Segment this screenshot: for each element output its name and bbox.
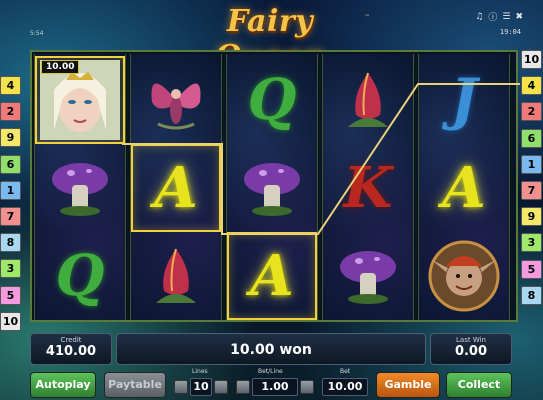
clock: 19:04 xyxy=(499,28,521,36)
bet-line-decrease-button[interactable] xyxy=(236,380,250,394)
line-tab-10[interactable]: 10 xyxy=(521,50,542,69)
line-tab-7[interactable]: 7 xyxy=(521,181,542,200)
symbol-flower xyxy=(131,232,221,320)
line-tab-5[interactable]: 5 xyxy=(521,259,542,279)
line-tab-1[interactable]: 1 xyxy=(0,180,21,200)
win-value-badge: 10.00 xyxy=(41,60,80,74)
symbol-a: A xyxy=(419,144,509,232)
win-message: 10.00 won xyxy=(230,342,312,358)
flower-icon xyxy=(156,248,196,303)
line-tab-9[interactable]: 9 xyxy=(0,128,21,148)
line-tab-6[interactable]: 6 xyxy=(521,128,542,148)
symbol-k: K xyxy=(323,144,413,232)
line-tab-2[interactable]: 2 xyxy=(0,102,21,122)
a-symbol: A xyxy=(442,155,486,221)
symbol-q: Q xyxy=(35,232,125,320)
line-tab-5[interactable]: 5 xyxy=(0,285,21,305)
line-tab-10[interactable]: 10 xyxy=(0,311,21,331)
line-tab-1[interactable]: 1 xyxy=(521,154,542,174)
a-symbol: A xyxy=(250,243,294,309)
info-icon[interactable]: ⓘ xyxy=(488,10,497,23)
symbol-mushroom xyxy=(227,144,317,232)
last-win-label: Last Win xyxy=(456,336,486,344)
gamble-button[interactable]: Gamble xyxy=(376,372,440,398)
line-tab-3[interactable]: 3 xyxy=(521,233,542,253)
q-symbol: Q xyxy=(55,243,105,309)
symbol-j: J xyxy=(419,56,509,144)
j-symbol: J xyxy=(450,67,478,133)
bet-line-label: Bet/Line xyxy=(258,368,283,375)
line-tab-4[interactable]: 4 xyxy=(0,76,21,95)
menu-icon[interactable]: ☰ xyxy=(502,12,510,22)
line-tab-3[interactable]: 3 xyxy=(0,259,21,279)
elf-icon xyxy=(428,240,500,312)
line-tab-8[interactable]: 8 xyxy=(521,285,542,305)
k-symbol: K xyxy=(343,155,393,221)
bet-value: 10.00 xyxy=(322,378,368,396)
symbol-a: A xyxy=(131,144,221,232)
line-tab-2[interactable]: 2 xyxy=(521,102,542,122)
reel-4: K xyxy=(322,54,414,320)
fairy-icon xyxy=(151,83,201,130)
status-bar: ♫ ⓘ ☰ ✖ xyxy=(475,10,523,24)
counter-text: 5:54 xyxy=(30,30,44,37)
symbol-flower xyxy=(323,56,413,144)
lines-decrease-button[interactable] xyxy=(174,380,188,394)
reel-5: J A xyxy=(418,54,510,320)
credit-box: Credit 410.00 xyxy=(30,333,112,365)
reels-area: 10.00 Q A Q A K J A xyxy=(30,50,520,322)
last-win-box: Last Win 0.00 xyxy=(430,333,512,365)
music-icon[interactable]: ♫ xyxy=(475,12,483,22)
bet-line-value: 1.00 xyxy=(252,378,298,396)
game-title: Fairy Queen xyxy=(215,4,325,74)
symbol-elf xyxy=(419,232,509,320)
last-win-value: 0.00 xyxy=(454,344,488,359)
symbol-q: Q xyxy=(227,56,317,144)
a-symbol: A xyxy=(154,155,198,221)
credit-label: Credit xyxy=(60,336,82,344)
close-icon[interactable]: ✖ xyxy=(515,12,523,22)
bet-line-increase-button[interactable] xyxy=(300,380,314,394)
reel-2: A xyxy=(130,54,222,320)
lines-value: 10 xyxy=(190,378,212,396)
lines-label: Lines xyxy=(192,368,208,375)
symbol-fairy xyxy=(131,56,221,144)
mushroom-icon xyxy=(340,251,396,304)
reel-3: Q A xyxy=(226,54,318,320)
autoplay-button[interactable]: Autoplay xyxy=(30,372,96,398)
line-tab-9[interactable]: 9 xyxy=(521,207,542,227)
paytable-button[interactable]: Paytable xyxy=(104,372,166,398)
mushroom-icon xyxy=(244,163,300,216)
reel-1: 10.00 Q xyxy=(34,54,126,320)
message-box: 10.00 won xyxy=(116,333,426,365)
bet-label: Bet xyxy=(340,368,351,375)
line-tab-7[interactable]: 7 xyxy=(0,207,21,226)
symbol-queen: 10.00 xyxy=(35,56,125,144)
lines-increase-button[interactable] xyxy=(214,380,228,394)
credit-value: 410.00 xyxy=(45,344,97,359)
symbol-mushroom xyxy=(323,232,413,320)
line-tab-8[interactable]: 8 xyxy=(0,233,21,253)
symbol-a: A xyxy=(227,232,317,320)
flower-icon xyxy=(348,72,388,127)
symbol-mushroom xyxy=(35,144,125,232)
collect-button[interactable]: Collect xyxy=(446,372,512,398)
mushroom-icon xyxy=(52,163,108,216)
line-tab-6[interactable]: 6 xyxy=(0,154,21,174)
line-tab-4[interactable]: 4 xyxy=(521,76,542,96)
trademark: ™ xyxy=(364,14,370,21)
q-symbol: Q xyxy=(247,67,297,133)
